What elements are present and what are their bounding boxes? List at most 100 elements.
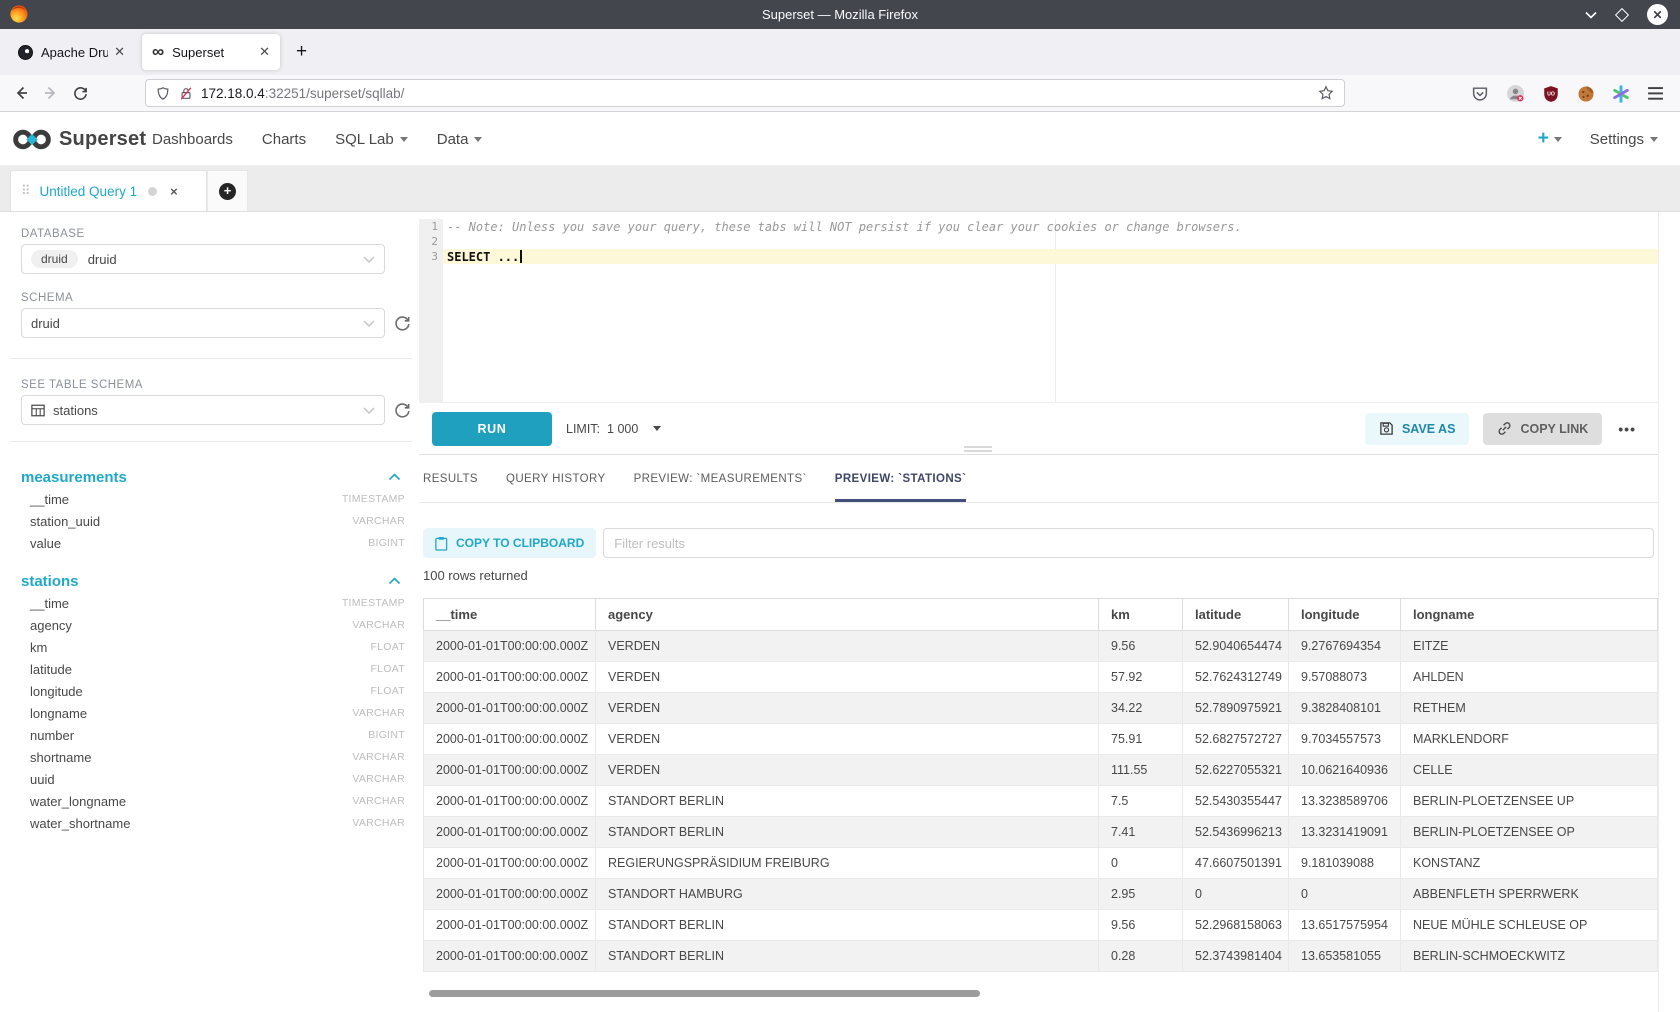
table-cell: 52.7890975921 — [1183, 693, 1289, 724]
column-type: VARCHAR — [352, 773, 405, 785]
column-header-longitude[interactable]: longitude — [1289, 599, 1401, 631]
column-name: water_shortname — [30, 816, 130, 831]
brand-name: Superset — [59, 128, 146, 151]
table-cell: 34.22 — [1099, 693, 1183, 724]
results-tab-preview-measurements[interactable]: PREVIEW: `MEASUREMENTS` — [634, 455, 807, 502]
table-row: 2000-01-01T00:00:00.000ZSTANDORT BERLIN7… — [424, 786, 1658, 817]
schema-column-row: water_longnameVARCHAR — [10, 790, 412, 812]
schema-select[interactable]: druid — [21, 308, 385, 338]
column-type: TIMESTAMP — [342, 597, 405, 609]
hamburger-menu-icon[interactable] — [1647, 86, 1664, 101]
schema-column-row: longnameVARCHAR — [10, 702, 412, 724]
extension-asterisk-icon[interactable] — [1612, 85, 1630, 103]
table-cell: VERDEN — [596, 631, 1099, 662]
sql-editor[interactable]: 1 -- Note: Unless you save your query, t… — [419, 219, 1658, 402]
filter-results-input[interactable] — [603, 528, 1654, 558]
results-tab-query-history[interactable]: QUERY HISTORY — [506, 455, 606, 502]
bookmark-star-icon[interactable] — [1318, 85, 1334, 101]
table-cell: 52.3743981404 — [1183, 941, 1289, 972]
settings-menu[interactable]: Settings — [1590, 131, 1658, 148]
schema-column-row: water_shortnameVARCHAR — [10, 812, 412, 834]
table-row: 2000-01-01T00:00:00.000ZVERDEN9.5652.904… — [424, 631, 1658, 662]
browser-navbar: 172.18.0.4:32251/superset/sqllab/ UO — [0, 75, 1680, 112]
drag-handle-icon[interactable]: ⠿ — [21, 183, 31, 199]
column-header-latitude[interactable]: latitude — [1183, 599, 1289, 631]
window-close-icon[interactable]: ✕ — [1647, 4, 1668, 25]
nav-dashboards[interactable]: Dashboards — [152, 131, 233, 148]
pane-splitter-handle[interactable] — [964, 446, 992, 454]
chevron-up-icon[interactable] — [388, 577, 401, 585]
add-new-button[interactable]: + — [1538, 128, 1562, 150]
refresh-tables-icon[interactable] — [394, 402, 411, 419]
superset-logo[interactable]: Superset — [12, 112, 146, 166]
copy-to-clipboard-button[interactable]: COPY TO CLIPBOARD — [423, 528, 596, 558]
save-as-button[interactable]: SAVE AS — [1365, 413, 1470, 445]
ublock-icon[interactable]: UO — [1542, 85, 1560, 103]
schema-section-header[interactable]: measurements — [21, 466, 401, 488]
schema-table-name[interactable]: measurements — [21, 469, 127, 486]
schema-column-row: numberBIGINT — [10, 724, 412, 746]
close-tab-icon[interactable]: ✕ — [253, 44, 270, 60]
save-icon — [1379, 421, 1394, 436]
run-button[interactable]: RUN — [432, 412, 552, 446]
column-type: BIGINT — [368, 537, 405, 549]
query-tab-title: Untitled Query 1 — [40, 184, 138, 199]
account-extension-icon[interactable] — [1506, 84, 1525, 103]
query-tab-untitled[interactable]: ⠿ Untitled Query 1 × — [10, 170, 207, 211]
forward-icon[interactable] — [43, 85, 59, 101]
browser-tab-superset[interactable]: ∞ Superset ✕ — [142, 34, 280, 70]
table-cell: 9.56 — [1099, 631, 1183, 662]
table-select[interactable]: stations — [21, 395, 385, 425]
limit-dropdown[interactable]: LIMIT: 1 000 — [566, 422, 661, 436]
schema-table-name[interactable]: stations — [21, 573, 79, 590]
browser-tab-title: Apache Druid — [41, 45, 108, 60]
refresh-schema-icon[interactable] — [394, 315, 411, 332]
table-cell: RETHEM — [1401, 693, 1658, 724]
schema-label: SCHEMA — [21, 292, 401, 304]
horizontal-scrollbar[interactable] — [429, 990, 980, 997]
schema-column-row: uuidVARCHAR — [10, 768, 412, 790]
results-tab-preview-stations[interactable]: PREVIEW: `STATIONS` — [835, 455, 967, 502]
more-actions-button[interactable]: ••• — [1618, 421, 1636, 437]
results-table-header-row: __timeagencykmlatitudelongitudelongname — [424, 599, 1658, 631]
browser-tab-apache-druid[interactable]: Apache Druid ✕ — [8, 34, 135, 70]
column-header-__time[interactable]: __time — [424, 599, 596, 631]
table-cell: VERDEN — [596, 724, 1099, 755]
window-maximize-icon[interactable] — [1615, 7, 1629, 21]
add-query-tab-button[interactable]: + — [207, 170, 248, 211]
url-host: 172.18.0.4 — [201, 86, 265, 101]
chevron-up-icon[interactable] — [388, 473, 401, 481]
shield-icon[interactable] — [156, 86, 170, 101]
column-header-agency[interactable]: agency — [596, 599, 1099, 631]
back-icon[interactable] — [13, 85, 29, 101]
chevron-down-icon — [363, 256, 375, 263]
nav-charts[interactable]: Charts — [262, 131, 306, 148]
column-header-longname[interactable]: longname — [1401, 599, 1658, 631]
table-cell: NEUE MÜHLE SCHLEUSE OP — [1401, 910, 1658, 941]
close-query-tab-icon[interactable]: × — [170, 184, 178, 199]
column-header-km[interactable]: km — [1099, 599, 1183, 631]
chevron-down-icon — [653, 426, 661, 431]
nav-sql-lab[interactable]: SQL Lab — [335, 131, 408, 148]
url-bar[interactable]: 172.18.0.4:32251/superset/sqllab/ — [145, 79, 1345, 107]
schema-section-header[interactable]: stations — [21, 570, 401, 592]
pocket-icon[interactable] — [1471, 85, 1489, 102]
firefox-icon — [9, 4, 29, 24]
reload-icon[interactable] — [73, 86, 88, 101]
table-value: stations — [53, 403, 98, 418]
table-cell: 9.2767694354 — [1289, 631, 1401, 662]
column-type: FLOAT — [370, 663, 405, 675]
database-select[interactable]: druid druid — [21, 244, 385, 274]
nav-data[interactable]: Data — [437, 131, 483, 148]
window-minimize-icon[interactable] — [1585, 11, 1597, 19]
insecure-padlock-icon[interactable] — [179, 86, 193, 101]
new-tab-button[interactable]: + — [290, 41, 313, 63]
table-cell: 52.6827572727 — [1183, 724, 1289, 755]
close-tab-icon[interactable]: ✕ — [108, 44, 125, 60]
copy-link-button[interactable]: COPY LINK — [1483, 413, 1602, 445]
app-window: Superset — Mozilla Firefox ✕ Apache Drui… — [0, 0, 1680, 1012]
cookie-icon[interactable] — [1577, 85, 1595, 103]
schema-column-row: valueBIGINT — [10, 532, 412, 554]
table-cell: 2000-01-01T00:00:00.000Z — [424, 879, 596, 910]
results-tab-results[interactable]: RESULTS — [423, 455, 478, 502]
